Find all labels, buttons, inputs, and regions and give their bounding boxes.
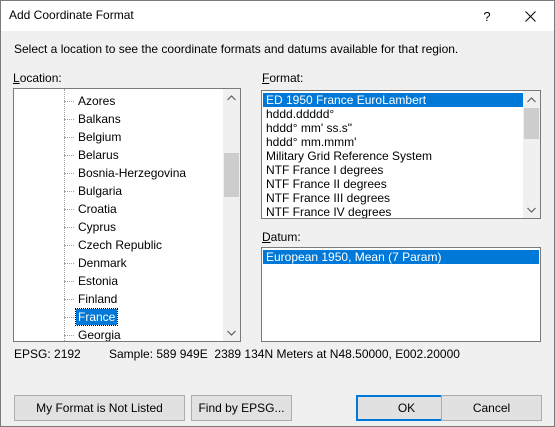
tree-connector — [64, 173, 74, 174]
tree-connector — [64, 281, 74, 282]
tree-item[interactable]: Belgium — [64, 128, 234, 146]
tree-connector — [64, 245, 74, 246]
format-list-item[interactable]: hddd.ddddd° — [263, 107, 523, 121]
tree-item[interactable]: Azores — [64, 92, 234, 110]
tree-connector — [64, 155, 74, 156]
tree-item[interactable]: Croatia — [64, 200, 234, 218]
format-not-listed-button[interactable]: My Format is Not Listed — [14, 395, 185, 421]
epsg-code: EPSG: 2192 — [14, 347, 81, 361]
format-list-item[interactable]: NTF France II degrees — [263, 177, 523, 191]
close-icon — [524, 10, 536, 22]
scroll-thumb[interactable] — [524, 108, 539, 139]
tree-item[interactable]: Belarus — [64, 146, 234, 164]
tree-item[interactable]: Estonia — [64, 272, 234, 290]
tree-item[interactable]: Georgia — [64, 326, 234, 342]
format-list-item[interactable]: ED 1950 France EuroLambert — [263, 93, 523, 107]
chevron-up-icon — [527, 96, 536, 102]
tree-connector — [64, 119, 74, 120]
scroll-up-button[interactable] — [523, 91, 540, 108]
help-button[interactable]: ? — [469, 1, 505, 31]
tree-item[interactable]: Balkans — [64, 110, 234, 128]
location-label: Location: — [13, 71, 62, 85]
instruction-text: Select a location to see the coordinate … — [14, 42, 459, 56]
location-scrollbar[interactable] — [223, 89, 240, 341]
location-tree[interactable]: Azores Balkans Belgium Belarus Bosnia-Herzeg… — [13, 88, 241, 342]
format-list-item[interactable]: hddd° mm.mmm' — [263, 135, 523, 149]
tree-item-label: Czech Republic — [78, 238, 163, 252]
tree-connector — [64, 227, 74, 228]
scroll-down-button[interactable] — [223, 324, 240, 341]
help-icon: ? — [483, 8, 491, 24]
format-list-item[interactable]: hddd° mm' ss.s" — [263, 121, 523, 135]
tree-item-label: Bosnia-Herzegovina — [78, 166, 187, 180]
chevron-down-icon — [227, 330, 236, 336]
tree-connector — [64, 335, 74, 336]
tree-item-label: Belarus — [78, 148, 119, 162]
tree-item-label: Denmark — [78, 256, 127, 270]
tree-item[interactable]: Cyprus — [64, 218, 234, 236]
tree-item[interactable]: Bosnia-Herzegovina — [64, 164, 234, 182]
find-by-epsg-button[interactable]: Find by EPSG... — [191, 395, 292, 421]
tree-item-label: Belgium — [78, 130, 122, 144]
tree-item-label: Georgia — [78, 328, 121, 342]
tree-item-label: Azores — [78, 94, 116, 108]
close-button[interactable] — [507, 1, 553, 31]
cancel-button[interactable]: Cancel — [441, 395, 542, 421]
tree-connector — [64, 101, 74, 102]
datum-list-item[interactable]: European 1950, Mean (7 Param) — [263, 250, 539, 264]
scroll-up-button[interactable] — [223, 89, 240, 106]
format-list[interactable]: ED 1950 France EuroLambert hddd.ddddd° hdd… — [261, 90, 541, 219]
tree-item-label: Balkans — [78, 112, 121, 126]
tree-item[interactable]: Finland — [64, 290, 234, 308]
tree-item[interactable]: Czech Republic — [64, 236, 234, 254]
scroll-down-button[interactable] — [523, 201, 540, 218]
chevron-up-icon — [227, 94, 236, 100]
format-label: Format: — [262, 71, 304, 85]
format-list-item[interactable]: NTF France IV degrees — [263, 205, 523, 218]
scroll-thumb[interactable] — [224, 153, 239, 197]
chevron-down-icon — [527, 207, 536, 213]
window-title: Add Coordinate Format — [9, 8, 134, 22]
tree-item-label: Cyprus — [78, 220, 117, 234]
tree-item-label: France — [74, 308, 119, 326]
title-bar: Add Coordinate Format ? — [1, 1, 554, 31]
sample-text: Sample: 589 949E 2389 134N Meters at N48… — [109, 347, 460, 361]
tree-item[interactable]: France — [64, 308, 234, 326]
tree-connector — [64, 263, 74, 264]
format-scrollbar[interactable] — [523, 91, 540, 218]
datum-label: Datum: — [262, 230, 301, 244]
tree-connector — [64, 137, 74, 138]
tree-item-label: Croatia — [78, 202, 117, 216]
tree-item-label: Finland — [78, 292, 118, 306]
dialog-window: Add Coordinate Format ? Select a locatio… — [0, 0, 555, 427]
tree-connector — [64, 317, 74, 318]
tree-item-label: Bulgaria — [78, 184, 123, 198]
tree-item[interactable]: Bulgaria — [64, 182, 234, 200]
tree-connector — [64, 299, 74, 300]
format-list-item[interactable]: NTF France III degrees — [263, 191, 523, 205]
datum-list[interactable]: European 1950, Mean (7 Param) — [261, 247, 541, 342]
tree-connector — [64, 209, 74, 210]
tree-item-label: Estonia — [78, 274, 119, 288]
tree-item[interactable]: Denmark — [64, 254, 234, 272]
tree-connector — [64, 191, 74, 192]
format-list-item[interactable]: NTF France I degrees — [263, 163, 523, 177]
format-list-item[interactable]: Military Grid Reference System — [263, 149, 523, 163]
